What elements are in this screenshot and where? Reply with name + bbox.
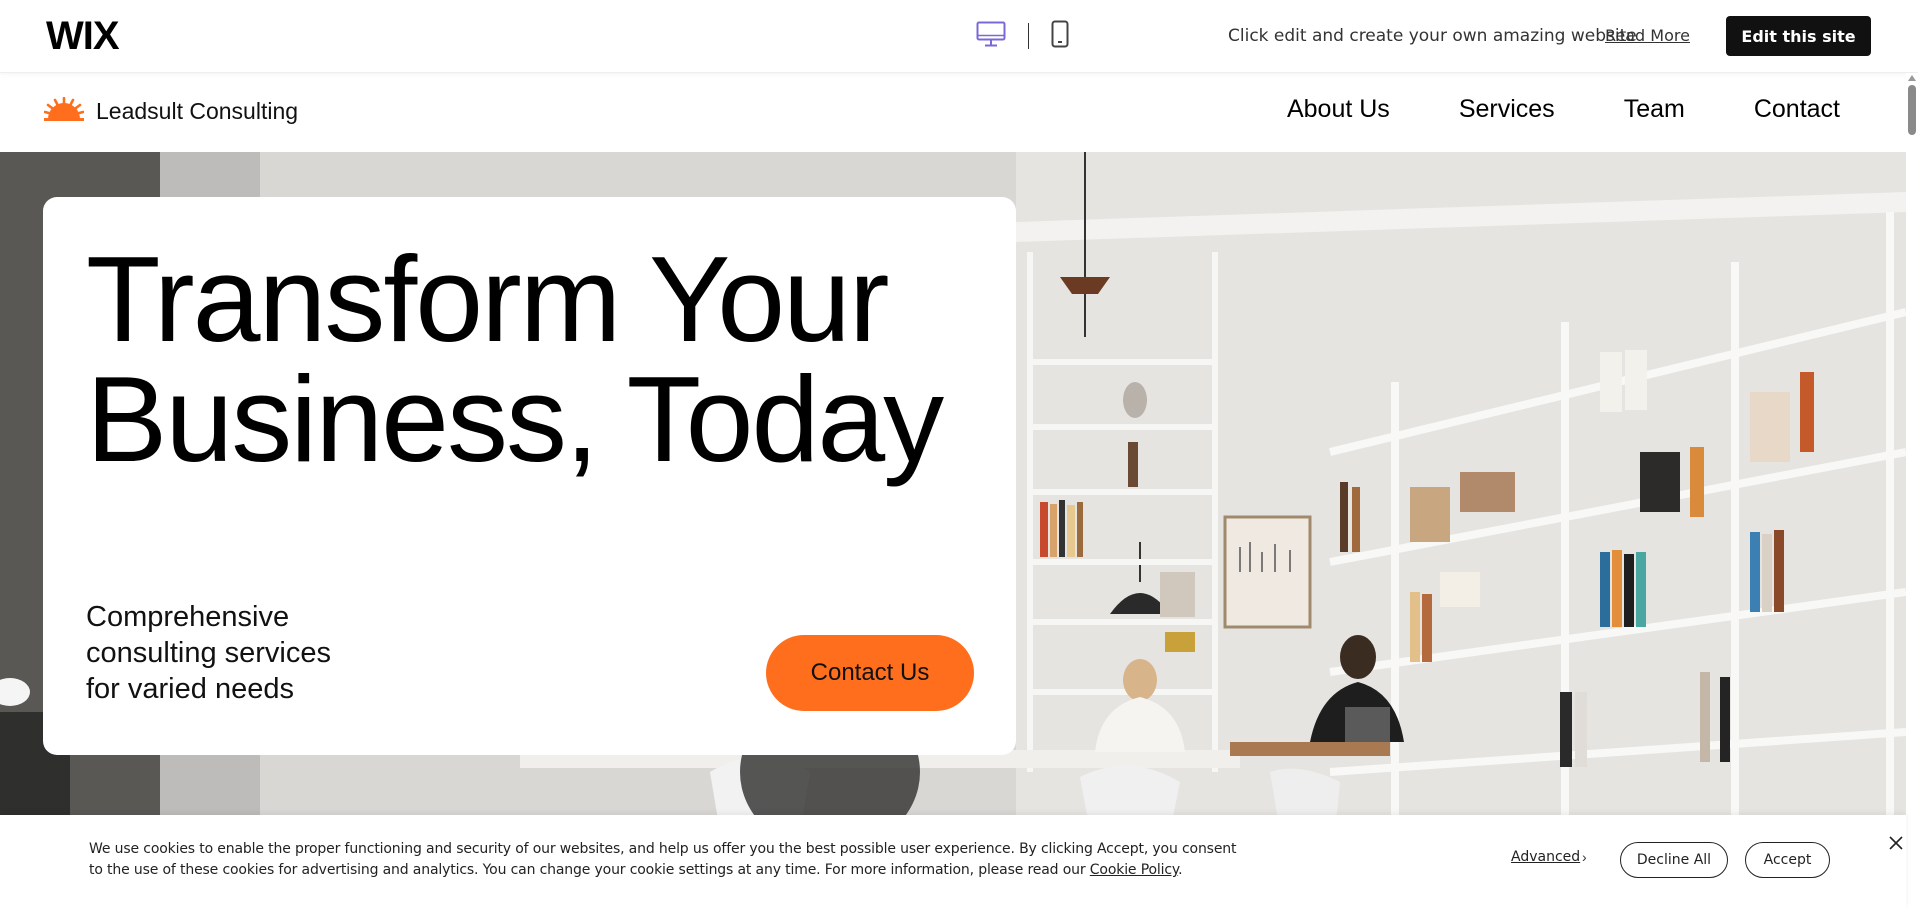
contact-us-button[interactable]: Contact Us [766,635,974,711]
hero-card: Transform Your Business, Today Comprehen… [43,197,1016,755]
desktop-monitor-icon[interactable] [976,21,1006,52]
advanced-settings-link[interactable]: Advanced [1511,849,1580,865]
cookie-banner: We use cookies to enable the proper func… [0,815,1906,909]
site-header: Leadsult Consulting About Us Services Te… [0,73,1906,152]
main-nav: About Us Services Team Contact [1218,95,1840,124]
sunrise-logo-icon [43,96,85,126]
wix-logo: WIX [46,14,120,58]
nav-item-contact[interactable]: Contact [1754,95,1840,124]
cookie-message-period: . [1178,862,1183,878]
headline-line-2: Business, Today [86,351,944,487]
decline-all-button[interactable]: Decline All [1620,842,1728,878]
device-switcher [976,20,1069,52]
page-scrollbar[interactable] [1906,73,1918,909]
subtext-line-3: for varied needs [86,673,294,705]
brand-name: Leadsult Consulting [96,98,299,124]
nav-item-about-us[interactable]: About Us [1287,95,1390,124]
cookie-message-text: We use cookies to enable the proper func… [89,841,1237,878]
subtext-line-2: consulting services [86,637,331,669]
headline-line-1: Transform Your [86,231,890,367]
cookie-policy-link[interactable]: Cookie Policy [1090,862,1178,878]
cookie-message: We use cookies to enable the proper func… [89,839,1249,881]
hero-headline: Transform Your Business, Today [86,238,944,480]
nav-item-services[interactable]: Services [1459,95,1555,124]
scroll-thumb[interactable] [1908,85,1916,135]
nav-item-team[interactable]: Team [1624,95,1685,124]
promo-text: Click edit and create your own amazing w… [1228,26,1637,46]
chevron-right-icon: › [1582,849,1587,865]
subtext-line-1: Comprehensive [86,601,290,633]
read-more-link[interactable]: Read More [1605,26,1690,45]
device-divider [1028,23,1029,49]
brand[interactable]: Leadsult Consulting [43,96,299,126]
accept-button[interactable]: Accept [1745,842,1830,878]
scroll-up-arrow-icon[interactable] [1908,75,1916,81]
hero-subtext: Comprehensive consulting services for va… [86,599,356,707]
mobile-phone-icon[interactable] [1051,20,1069,53]
close-icon[interactable] [1888,835,1908,855]
wix-editor-bar: WIX Click edit and create your own amazi… [0,0,1918,73]
hero-section: Transform Your Business, Today Comprehen… [0,152,1906,832]
edit-site-button[interactable]: Edit this site [1726,16,1871,56]
